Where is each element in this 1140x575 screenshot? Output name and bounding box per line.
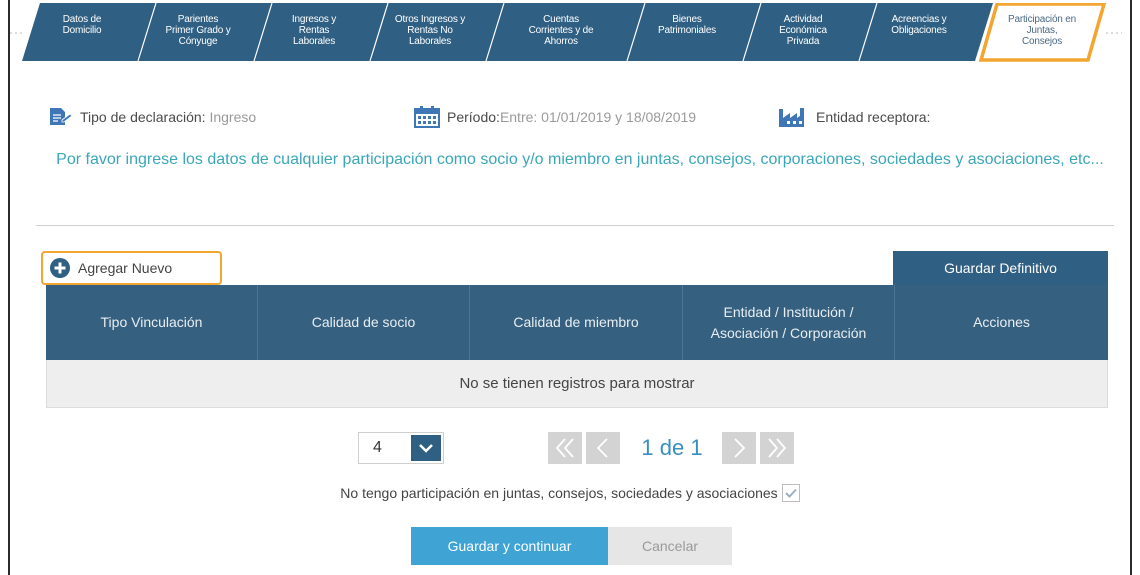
chevron-down-icon [410,435,441,461]
add-new-button[interactable]: Agregar Nuevo [41,251,222,285]
page-indicator: 1 de 1 [641,435,703,460]
tipo-label: Tipo de declaración: [80,109,206,125]
chevron-right-icon [734,438,746,458]
entidad-label: Entidad receptora: [816,109,931,125]
plus-circle-icon [50,258,70,278]
factory-icon [779,108,804,127]
first-page-button[interactable] [548,432,582,464]
last-page-button[interactable] [760,432,794,464]
no-participation-row: No tengo participación en juntas, consej… [0,484,1140,502]
instructions-text: Por favor ingrese los datos de cualquier… [56,151,1104,168]
tipo-declaracion: Tipo de declaración: Ingreso [48,106,256,128]
tab-otros-ingresos[interactable]: Otros Ingresos y Rentas No Laborales [380,14,480,60]
entidad-receptora: Entidad receptora: [778,106,930,128]
periodo-label: Período: [447,109,500,125]
column-header-calidad-miembro: Calidad de miembro [470,285,683,360]
next-page-button[interactable] [722,432,756,464]
column-header-entidad: Entidad / Institución / Asociación / Cor… [683,285,895,360]
page-size-select[interactable]: 4 [358,432,444,464]
add-new-label: Agregar Nuevo [78,260,173,276]
chevron-left-icon [596,438,608,458]
empty-table-message: No se tienen registros para mostrar [46,360,1108,408]
cancel-button[interactable]: Cancelar [608,527,732,565]
calendar-icon [414,106,440,128]
periodo: Período: Entre: 01/01/2019 y 18/08/2019 [413,106,696,128]
column-header-calidad-socio: Calidad de socio [258,285,470,360]
tipo-value: Ingreso [209,109,257,125]
table-header: Tipo Vinculación Calidad de socio Calida… [46,285,1108,360]
double-chevron-left-icon [555,438,574,458]
save-final-button[interactable]: Guardar Definitivo [893,251,1108,285]
double-chevron-right-icon [768,438,787,458]
check-icon [784,488,797,498]
tab-datos-domicilio[interactable]: Datos de Domicilio [32,14,132,60]
tab-actividad-economica[interactable]: Actividad Económica Privada [753,14,853,60]
step-tabs: Datos de Domicilio Parientes Primer Grad… [10,3,1122,63]
column-header-acciones: Acciones [973,314,1030,330]
tab-acreencias[interactable]: Acreencias y Obligaciones [869,14,969,60]
tab-participacion-juntas[interactable]: Participación en Juntas, Consejos [990,14,1094,60]
page-size-value: 4 [373,439,382,456]
prev-page-button[interactable] [586,432,620,464]
periodo-value: Entre: 01/01/2019 y 18/08/2019 [499,109,697,125]
tab-ingresos-rentas-laborales[interactable]: Ingresos y Rentas Laborales [264,14,364,60]
no-participation-checkbox[interactable] [781,484,800,502]
tab-cuentas[interactable]: Cuentas Corrientes y de Ahorros [504,14,618,60]
participation-table: Tipo Vinculación Calidad de socio Calida… [46,285,1108,408]
save-continue-button[interactable]: Guardar y continuar [411,527,608,565]
no-participation-label: No tengo participación en juntas, consej… [340,485,778,501]
column-header-tipo-vinculacion: Tipo Vinculación [46,285,258,360]
tab-parientes[interactable]: Parientes Primer Grado y Cónyuge [148,14,248,60]
section-divider [36,225,1114,226]
tab-bienes-patrimoniales[interactable]: Bienes Patrimoniales [637,14,737,60]
document-edit-icon [50,108,73,125]
